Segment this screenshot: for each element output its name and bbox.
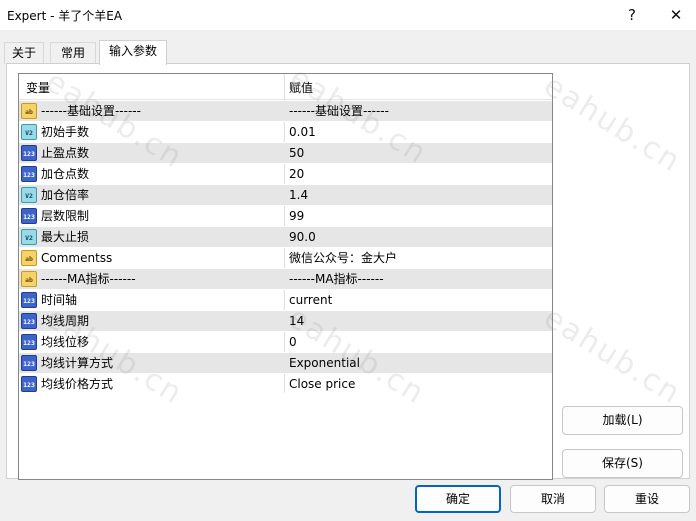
parameter-name: 时间轴 bbox=[41, 293, 78, 307]
string-type-icon: ab bbox=[21, 250, 37, 266]
parameter-name: ------MA指标------ bbox=[41, 272, 136, 286]
table-row[interactable]: 123 时间轴 current bbox=[19, 290, 552, 311]
integer-type-icon: 123 bbox=[21, 355, 37, 371]
parameter-name: ------基础设置------ bbox=[41, 104, 141, 118]
table-header: 变量 赋值 bbox=[19, 74, 552, 100]
parameter-name: 最大止损 bbox=[41, 230, 90, 244]
tab-about[interactable]: 关于 bbox=[4, 42, 44, 64]
parameter-value[interactable]: 50 bbox=[289, 143, 304, 164]
double-type-icon: V2 bbox=[21, 187, 37, 203]
table-row[interactable]: 123 层数限制 99 bbox=[19, 206, 552, 227]
table-row[interactable]: 123 均线位移 0 bbox=[19, 332, 552, 353]
parameter-name: 加仓点数 bbox=[41, 167, 90, 181]
parameter-name: 均线价格方式 bbox=[41, 377, 114, 391]
string-type-icon: ab bbox=[21, 103, 37, 119]
ok-button[interactable]: 确定 bbox=[415, 485, 501, 513]
parameter-value[interactable]: 99 bbox=[289, 206, 304, 227]
close-button[interactable]: ✕ bbox=[656, 0, 696, 30]
parameter-value[interactable]: Close price bbox=[289, 374, 355, 395]
parameter-name: 均线周期 bbox=[41, 314, 90, 328]
table-row[interactable]: V2 加仓倍率 1.4 bbox=[19, 185, 552, 206]
table-row[interactable]: ab Commentss 微信公众号：金大户 bbox=[19, 248, 552, 269]
parameter-name: 层数限制 bbox=[41, 209, 90, 223]
parameter-name: Commentss bbox=[41, 251, 113, 265]
table-row[interactable]: V2 初始手数 0.01 bbox=[19, 122, 552, 143]
parameter-value[interactable]: 90.0 bbox=[289, 227, 316, 248]
parameter-value[interactable]: 0 bbox=[289, 332, 297, 353]
double-type-icon: V2 bbox=[21, 124, 37, 140]
tab-inputs[interactable]: 输入参数 bbox=[99, 40, 167, 65]
save-button[interactable]: 保存(S) bbox=[562, 449, 683, 478]
table-row[interactable]: 123 均线计算方式 Exponential bbox=[19, 353, 552, 374]
parameter-name: 加仓倍率 bbox=[41, 188, 90, 202]
cancel-button[interactable]: 取消 bbox=[510, 485, 596, 513]
parameter-value[interactable]: ------MA指标------ bbox=[289, 269, 384, 290]
integer-type-icon: 123 bbox=[21, 166, 37, 182]
integer-type-icon: 123 bbox=[21, 376, 37, 392]
header-variable[interactable]: 变量 bbox=[26, 74, 50, 100]
table-row[interactable]: 123 均线周期 14 bbox=[19, 311, 552, 332]
parameter-value[interactable]: 1.4 bbox=[289, 185, 308, 206]
integer-type-icon: 123 bbox=[21, 313, 37, 329]
parameter-name: 均线位移 bbox=[41, 335, 90, 349]
table-row[interactable]: 123 均线价格方式 Close price bbox=[19, 374, 552, 395]
title-bar: Expert - 羊了个羊EA ? ✕ bbox=[0, 0, 696, 30]
table-row[interactable]: ab ------MA指标------ ------MA指标------ bbox=[19, 269, 552, 290]
table-row[interactable]: 123 止盈点数 50 bbox=[19, 143, 552, 164]
parameter-name: 初始手数 bbox=[41, 125, 90, 139]
table-row[interactable]: V2 最大止损 90.0 bbox=[19, 227, 552, 248]
parameter-value[interactable]: ------基础设置------ bbox=[289, 101, 389, 122]
parameter-value[interactable]: 20 bbox=[289, 164, 304, 185]
parameter-value[interactable]: 0.01 bbox=[289, 122, 316, 143]
table-row[interactable]: ab ------基础设置------ ------基础设置------ bbox=[19, 101, 552, 122]
integer-type-icon: 123 bbox=[21, 292, 37, 308]
parameter-name: 止盈点数 bbox=[41, 146, 90, 160]
integer-type-icon: 123 bbox=[21, 334, 37, 350]
double-type-icon: V2 bbox=[21, 229, 37, 245]
integer-type-icon: 123 bbox=[21, 208, 37, 224]
string-type-icon: ab bbox=[21, 271, 37, 287]
load-button[interactable]: 加载(L) bbox=[562, 406, 683, 435]
tab-common[interactable]: 常用 bbox=[50, 42, 96, 64]
reset-button[interactable]: 重设 bbox=[604, 485, 690, 513]
window-title: Expert - 羊了个羊EA bbox=[7, 9, 123, 23]
parameter-value[interactable]: current bbox=[289, 290, 332, 311]
table-row[interactable]: 123 加仓点数 20 bbox=[19, 164, 552, 185]
parameter-value[interactable]: Exponential bbox=[289, 353, 360, 374]
parameter-name: 均线计算方式 bbox=[41, 356, 114, 370]
parameter-value[interactable]: 14 bbox=[289, 311, 304, 332]
header-value[interactable]: 赋值 bbox=[289, 74, 313, 100]
help-button[interactable]: ? bbox=[612, 0, 652, 30]
integer-type-icon: 123 bbox=[21, 145, 37, 161]
parameter-value[interactable]: 微信公众号：金大户 bbox=[289, 248, 397, 269]
parameters-table[interactable]: 变量 赋值 ab ------基础设置------ ------基础设置------… bbox=[18, 73, 553, 480]
